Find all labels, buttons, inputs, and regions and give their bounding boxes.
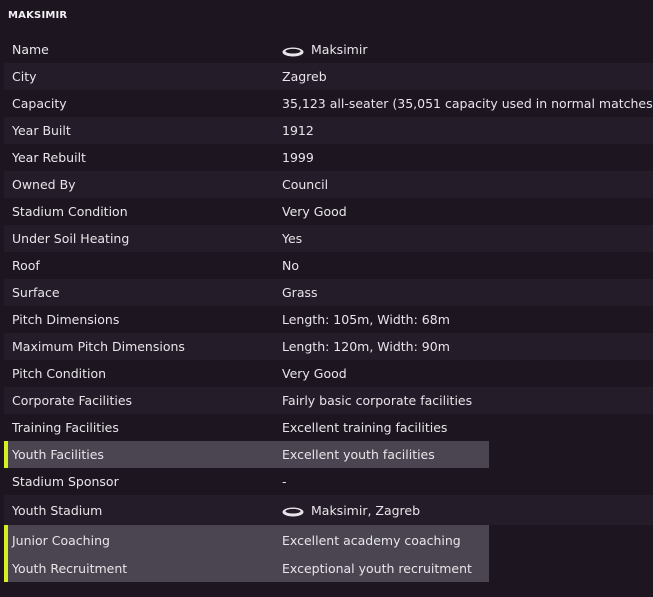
row-label: Youth Stadium [12,502,103,518]
highlight-bar [4,525,8,555]
row-label: Surface [12,285,60,300]
row-value: Very Good [282,204,347,219]
row-capacity: Capacity 35,123 all-seater (35,051 capac… [4,90,653,117]
row-label: City [12,69,37,84]
row-label: Training Facilities [12,420,119,435]
row-label: Name [12,42,49,57]
row-training-facilities: Training Facilities Excellent training f… [4,414,653,441]
highlight-bar [4,441,8,468]
row-value[interactable]: Maksimir [282,42,367,57]
row-surface: Surface Grass [4,279,653,306]
row-youth-recruitment[interactable]: Youth Recruitment Exceptional youth recr… [4,555,489,582]
row-pitch-dimensions: Pitch Dimensions Length: 105m, Width: 68… [4,306,653,333]
stadium-panel: MAKSIMIR Name Maksimir City Zagreb Capac… [0,0,653,597]
row-value: Excellent training facilities [282,420,448,435]
row-value: - [282,474,287,489]
row-label: Youth Facilities [12,447,104,462]
row-stadium-sponsor: Stadium Sponsor - [4,468,653,495]
row-pitch-condition: Pitch Condition Very Good [4,360,653,387]
row-value: Excellent academy coaching [282,532,461,548]
stadium-icon [282,45,304,56]
row-label: Youth Recruitment [12,561,128,576]
row-label: Maximum Pitch Dimensions [12,339,185,354]
row-label: Pitch Condition [12,366,107,381]
row-value: Exceptional youth recruitment [282,561,472,576]
row-value: Very Good [282,366,347,381]
row-label: Pitch Dimensions [12,312,120,327]
row-label: Corporate Facilities [12,393,133,408]
row-corporate-facilities: Corporate Facilities Fairly basic corpor… [4,387,653,414]
row-name: Name Maksimir [4,36,653,63]
row-year-rebuilt: Year Rebuilt 1999 [4,144,653,171]
row-value: Grass [282,285,318,300]
row-youth-facilities[interactable]: Youth Facilities Excellent youth facilit… [4,441,489,468]
row-stadium-condition: Stadium Condition Very Good [4,198,653,225]
row-junior-coaching[interactable]: Junior Coaching Excellent academy coachi… [4,525,489,555]
row-value[interactable]: Zagreb [282,69,327,84]
row-value[interactable]: Maksimir, Zagreb [282,503,420,518]
row-value: Council [282,177,329,192]
row-year-built: Year Built 1912 [4,117,653,144]
row-label: Junior Coaching [12,532,110,548]
row-label: Stadium Condition [12,204,128,219]
row-value: 1999 [282,150,314,165]
row-label: Year Built [12,123,71,138]
row-value: 1912 [282,123,314,138]
row-label: Under Soil Heating [12,231,130,246]
row-value: No [282,258,299,273]
row-city: City Zagreb [4,63,653,90]
row-max-pitch-dimensions: Maximum Pitch Dimensions Length: 120m, W… [4,333,653,360]
row-owned-by: Owned By Council [4,171,653,198]
youth-stadium-name[interactable]: Maksimir, Zagreb [311,503,420,518]
row-roof: Roof No [4,252,653,279]
row-label: Owned By [12,177,76,192]
stadium-icon [282,505,304,517]
row-value: Yes [282,231,303,246]
panel-title: MAKSIMIR [8,10,68,21]
highlight-bar [4,555,8,582]
row-value: 35,123 all-seater (35,051 capacity used … [282,96,653,111]
stadium-details-table: Name Maksimir City Zagreb Capacity 35,12… [4,36,653,582]
row-youth-stadium: Youth Stadium Maksimir, Zagreb [4,495,653,525]
row-value: Excellent youth facilities [282,447,435,462]
row-label: Capacity [12,96,67,111]
row-value: Length: 120m, Width: 90m [282,339,450,354]
row-value: Length: 105m, Width: 68m [282,312,450,327]
stadium-name[interactable]: Maksimir [311,42,367,57]
row-under-soil-heating: Under Soil Heating Yes [4,225,653,252]
row-label: Year Rebuilt [12,150,86,165]
row-label: Roof [12,258,40,273]
row-value: Fairly basic corporate facilities [282,393,473,408]
row-label: Stadium Sponsor [12,474,119,489]
